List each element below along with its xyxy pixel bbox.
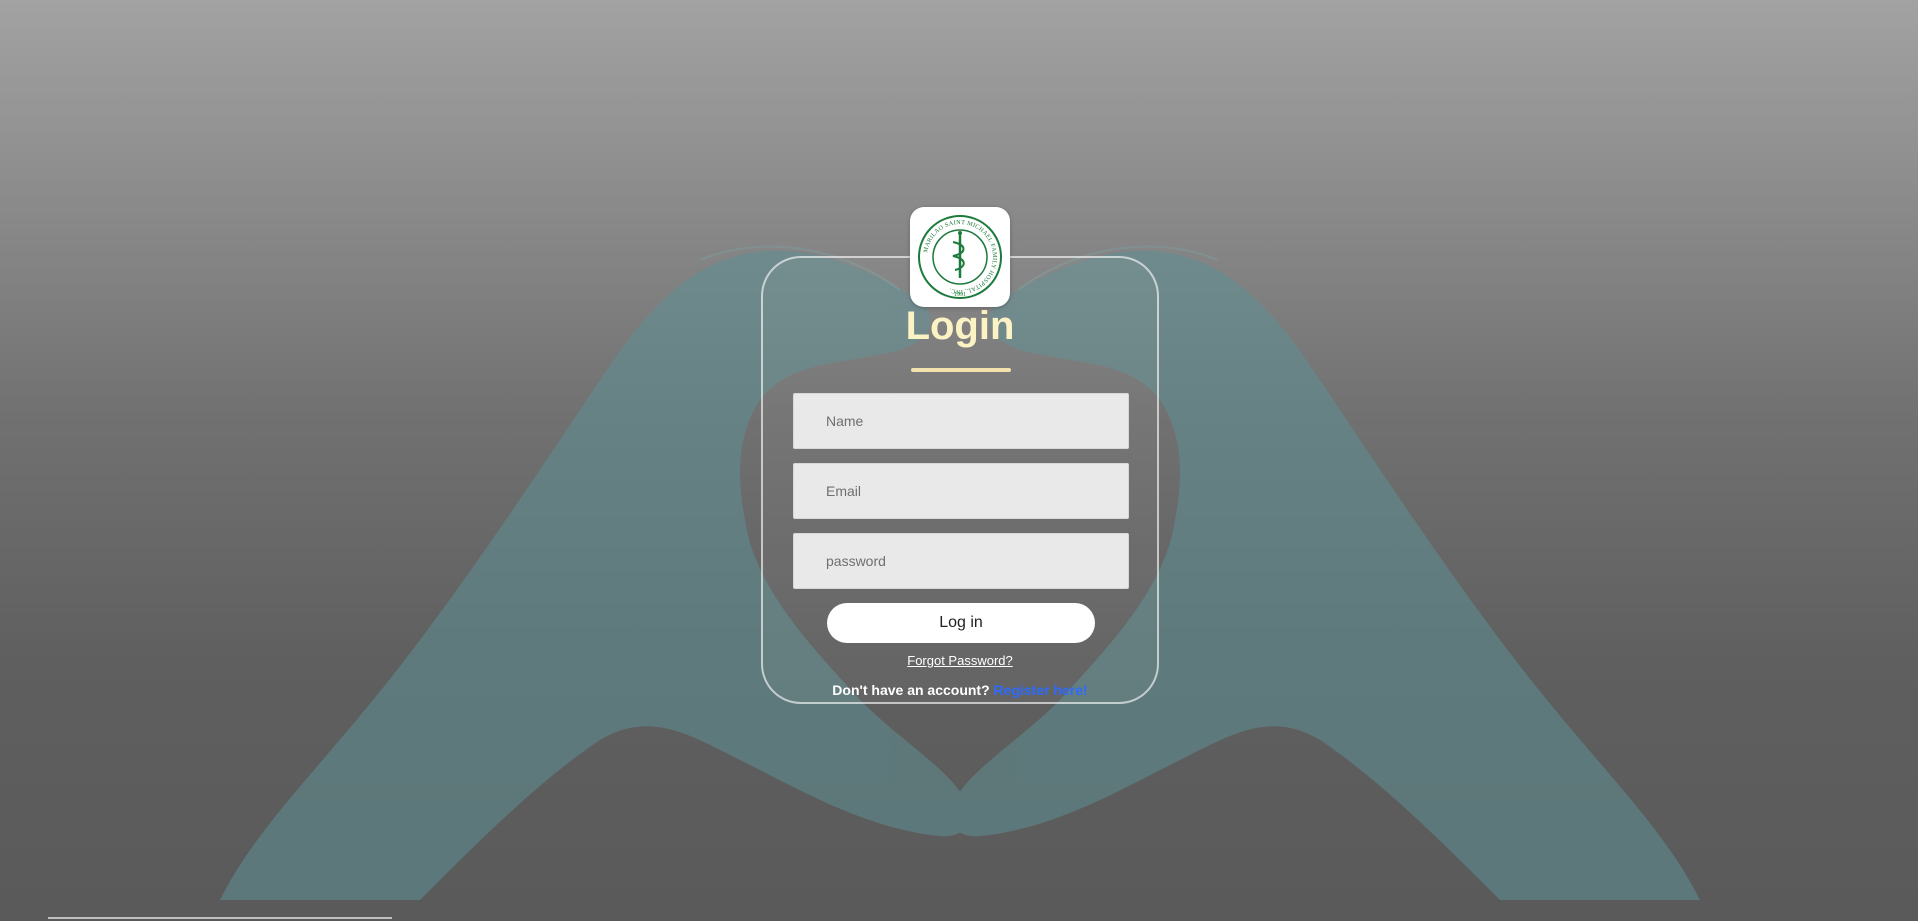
no-account-text: Don't have an account? <box>832 682 990 698</box>
title-underline <box>911 368 1011 372</box>
email-input[interactable] <box>793 463 1129 519</box>
name-input[interactable] <box>793 393 1129 449</box>
hospital-logo: MARILAO SAINT MICHAEL FAMILY HOSPITAL, I… <box>910 207 1010 307</box>
register-prompt: Don't have an account? Register here! <box>763 682 1157 698</box>
seal-year: 1991 <box>954 292 966 298</box>
password-input[interactable] <box>793 533 1129 589</box>
bottom-divider <box>48 917 392 919</box>
forgot-password-link[interactable]: Forgot Password? <box>763 653 1157 668</box>
login-button[interactable]: Log in <box>827 603 1095 643</box>
register-link[interactable]: Register here! <box>994 682 1088 698</box>
login-card: Login Log in Forgot Password? Don't have… <box>761 256 1159 704</box>
login-page: MARILAO SAINT MICHAEL FAMILY HOSPITAL, I… <box>0 0 1918 921</box>
hospital-seal-icon: MARILAO SAINT MICHAEL FAMILY HOSPITAL, I… <box>918 215 1002 299</box>
page-title: Login <box>905 304 1015 348</box>
